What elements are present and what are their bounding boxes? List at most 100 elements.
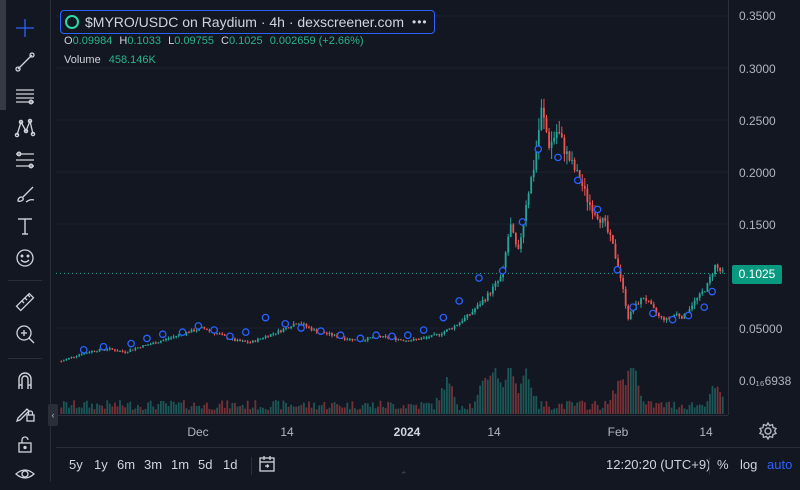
range-3m-button[interactable]: 3m <box>144 457 162 472</box>
volume-bar <box>535 395 538 414</box>
range-5y-button[interactable]: 5y <box>69 457 83 472</box>
more-options-icon[interactable]: ••• <box>412 15 428 29</box>
volume-bar <box>318 405 321 414</box>
volume-bar <box>142 409 144 414</box>
drawing-toolbar <box>0 0 51 482</box>
candle-body <box>126 351 129 353</box>
candle-body <box>65 359 68 361</box>
fib-tool-icon[interactable] <box>9 144 41 176</box>
candle-body <box>497 281 499 283</box>
percent-scale-toggle[interactable]: % <box>717 457 729 472</box>
lock-icon[interactable] <box>9 428 41 460</box>
volume-bar <box>581 400 584 414</box>
candle-body <box>68 357 70 360</box>
volume-bar <box>264 409 267 414</box>
candle-body <box>548 131 550 148</box>
volume-bar <box>446 376 448 414</box>
candle-body <box>650 300 653 305</box>
candle-body <box>545 117 548 132</box>
volume-bar <box>111 406 114 414</box>
candle-body <box>70 356 73 358</box>
candle-body <box>251 340 254 343</box>
volume-bar <box>70 405 73 414</box>
candle-body <box>583 186 586 189</box>
go-to-date-icon[interactable] <box>257 454 277 474</box>
volume-bar <box>624 385 627 414</box>
candle-body <box>144 344 147 346</box>
zoom-in-icon[interactable] <box>9 318 41 350</box>
candle-body <box>415 338 418 340</box>
volume-bar <box>711 385 714 414</box>
toolbar-divider <box>8 280 42 281</box>
toolbar-scrollbar[interactable] <box>0 0 6 110</box>
candle-body <box>494 282 497 287</box>
volume-bar <box>589 409 591 414</box>
chart-canvas[interactable] <box>56 0 728 415</box>
candle-body <box>62 360 65 362</box>
volume-bar <box>384 407 387 414</box>
volume-bar <box>392 404 395 414</box>
volume-bar <box>637 385 640 414</box>
emoji-icon[interactable] <box>9 242 41 274</box>
range-1m-button[interactable]: 1m <box>171 457 189 472</box>
candle-body <box>410 340 413 342</box>
volume-bar <box>366 403 369 414</box>
range-5d-button[interactable]: 5d <box>198 457 212 472</box>
volume-bar <box>93 409 96 414</box>
ohlc-close-value: 0.1025 <box>228 35 263 47</box>
volume-bar <box>504 379 507 414</box>
candle-body <box>96 351 98 353</box>
candle-body <box>719 267 722 271</box>
volume-bar <box>497 378 499 414</box>
trend-line-icon[interactable] <box>9 46 41 78</box>
candle-body <box>129 349 132 352</box>
price-axis[interactable]: 0.3500 0.3000 0.2500 0.2000 0.1500 0.050… <box>728 0 800 415</box>
volume-bar <box>267 409 270 414</box>
pattern-icon[interactable] <box>9 112 41 144</box>
horizontal-lines-icon[interactable] <box>9 80 41 112</box>
volume-bar <box>696 405 699 414</box>
symbol-legend[interactable]: $MYRO/USDC on Raydium · 4h · dexscreener… <box>60 10 435 34</box>
range-1y-button[interactable]: 1y <box>94 457 108 472</box>
range-6m-button[interactable]: 6m <box>117 457 135 472</box>
lock-draw-icon[interactable] <box>9 396 41 428</box>
candle-body <box>234 338 236 342</box>
clock[interactable]: 12:20:20 (UTC+9) <box>606 457 710 472</box>
price-chart[interactable] <box>56 0 728 415</box>
candle-body <box>167 338 170 340</box>
volume-bar <box>333 402 336 414</box>
range-1d-button[interactable]: 1d <box>223 457 237 472</box>
candle-body <box>614 243 617 259</box>
volume-bar <box>566 401 568 414</box>
volume-bar <box>645 404 648 414</box>
volume-bar <box>182 400 185 414</box>
volume-bar <box>420 402 423 414</box>
candle-body <box>591 205 594 214</box>
volume-bar <box>157 403 160 414</box>
text-tool-icon[interactable] <box>9 210 41 242</box>
volume-bar <box>308 401 310 414</box>
time-axis[interactable]: Dec 14 2024 14 Feb 14 <box>56 415 728 448</box>
candle-body <box>458 322 461 325</box>
gear-icon[interactable] <box>758 421 778 441</box>
candle-body <box>640 298 642 305</box>
log-scale-toggle[interactable]: log <box>740 457 757 472</box>
candle-body <box>346 339 349 341</box>
volume-bar <box>548 406 550 414</box>
trade-marker <box>419 326 428 334</box>
volume-bar <box>313 402 316 414</box>
auto-scale-toggle[interactable]: auto <box>767 457 792 472</box>
candle-body <box>514 232 517 245</box>
trade-marker <box>593 205 602 214</box>
brush-icon[interactable] <box>9 178 41 210</box>
panel-resize-handle[interactable]: ⌃ <box>400 470 408 481</box>
candle-body <box>246 341 249 343</box>
ruler-icon[interactable] <box>9 286 41 318</box>
eye-icon[interactable] <box>9 458 41 490</box>
crosshair-icon[interactable] <box>9 12 41 44</box>
ohlc-values: O0.09984 H0.1033 L0.09755 C0.1025 0.0026… <box>64 35 368 47</box>
candle-body <box>282 328 285 332</box>
candle-body <box>264 336 267 339</box>
magnet-icon[interactable] <box>9 364 41 396</box>
candle-body <box>73 356 75 358</box>
